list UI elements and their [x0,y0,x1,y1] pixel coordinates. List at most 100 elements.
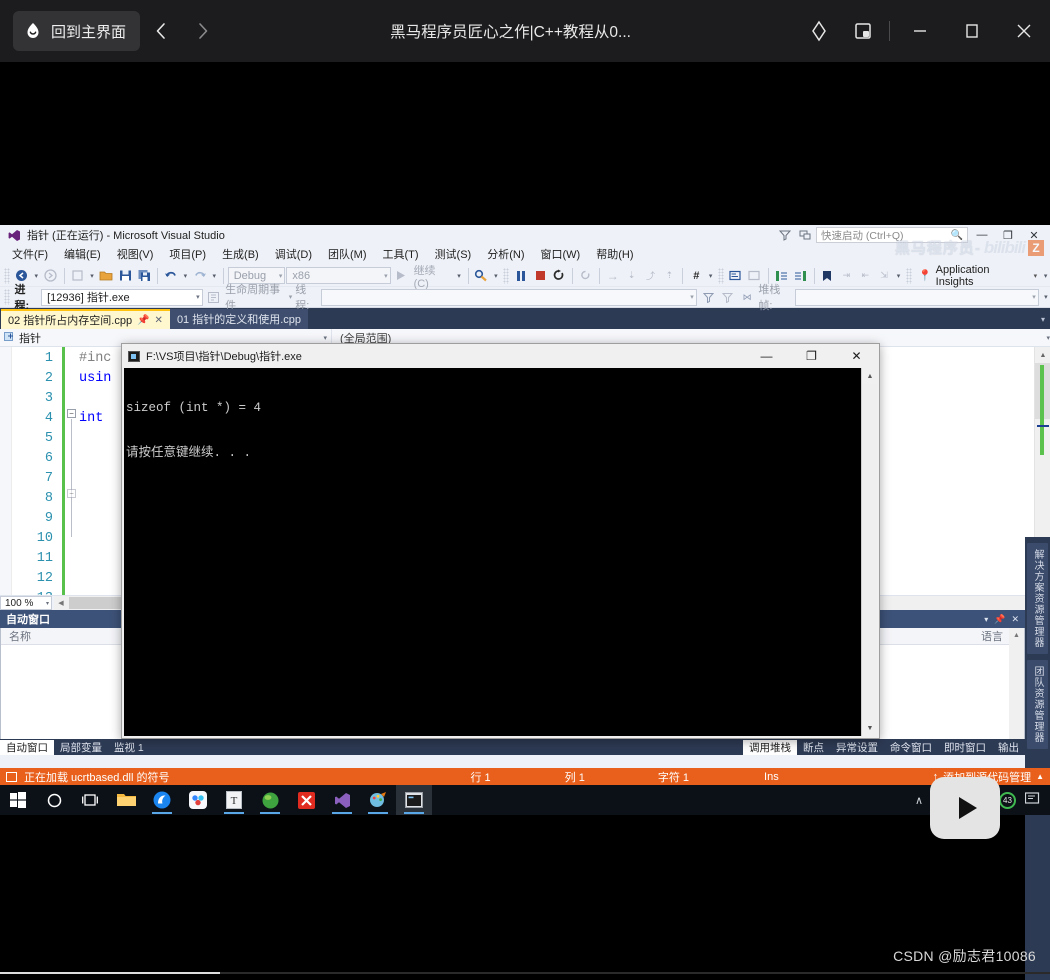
outdent-icon[interactable] [792,267,810,285]
paint-app-button[interactable] [360,785,396,815]
prev-bookmark-icon[interactable]: ⇤ [856,267,874,285]
typora-button[interactable]: T [216,785,252,815]
toolbar-grip[interactable] [718,267,725,284]
dock-tab-exception-settings[interactable]: 异常设置 [830,740,884,755]
pin-icon[interactable]: 📌 [137,315,149,326]
console-app-button[interactable] [396,785,432,815]
dock-tab-solution-explorer[interactable]: 解决方案资源管理器 [1027,543,1048,654]
menu-edit[interactable]: 编辑(E) [56,246,109,264]
task-view-button[interactable] [72,785,108,815]
stack-frame-combo[interactable]: ▾ [794,288,1039,306]
step-out-icon[interactable]: ⤴ [642,267,660,285]
menu-test[interactable]: 测试(S) [427,246,480,264]
scroll-up-icon[interactable]: ▲ [1009,628,1024,643]
battery-indicator[interactable]: 43 [999,791,1016,809]
menu-tools[interactable]: 工具(T) [375,246,427,264]
step-over-icon[interactable]: → [604,267,622,285]
menu-file[interactable]: 文件(F) [4,246,56,264]
flag-threads-icon[interactable]: ⋈ [739,288,756,306]
autos-vertical-scrollbar[interactable]: ▲ ▼ [1009,628,1024,754]
dock-tab-team-explorer[interactable]: 团队资源管理器 [1027,660,1048,749]
tab-02-pointer-memory[interactable]: 02 指针所占内存空间.cpp 📌 ✕ [1,309,170,329]
toolbar-grip[interactable] [503,267,510,284]
undo-icon[interactable] [162,267,180,285]
start-button[interactable] [0,785,36,815]
step-into-icon[interactable]: ⇣ [623,267,641,285]
new-project-icon[interactable] [69,267,87,285]
line-numbers-dropdown[interactable]: ▾ [706,267,715,285]
dock-tab-locals[interactable]: 局部变量 [54,740,108,755]
continue-dropdown[interactable]: ▾ [455,267,464,285]
bookmarks-dropdown[interactable]: ▾ [894,267,903,285]
filter-clear-icon[interactable] [719,288,736,306]
continue-label[interactable]: 继续(C) [411,262,454,290]
chevron-up-icon[interactable]: ▲ [1036,772,1044,781]
active-files-dropdown[interactable]: ▾ [1036,309,1050,329]
xmind-button[interactable] [288,785,324,815]
menu-analyze[interactable]: 分析(N) [479,246,532,264]
next-bookmark-icon[interactable]: ⇥ [837,267,855,285]
pin-icon[interactable]: 📌 [994,614,1005,625]
console-vertical-scrollbar[interactable]: ▲ ▼ [861,368,878,736]
menu-view[interactable]: 视图(V) [109,246,162,264]
attach-dropdown[interactable]: ▾ [491,267,500,285]
scroll-up-icon[interactable]: ▲ [862,368,878,384]
dock-tab-command-window[interactable]: 命令窗口 [884,740,938,755]
dock-tab-immediate-window[interactable]: 即时窗口 [938,740,992,755]
filter-icon[interactable] [700,288,717,306]
toolbar-grip[interactable] [905,267,912,284]
save-icon[interactable] [116,267,134,285]
pause-icon[interactable] [512,267,530,285]
restart-debug-icon[interactable] [577,267,595,285]
console-maximize-button[interactable]: ❐ [789,344,834,368]
save-all-icon[interactable] [135,267,153,285]
scroll-up-icon[interactable]: ▲ [1035,347,1050,363]
play-icon[interactable] [392,267,410,285]
navigate-forward-icon[interactable] [42,267,60,285]
undo-dropdown[interactable]: ▾ [181,267,190,285]
menu-window[interactable]: 窗口(W) [533,246,589,264]
scroll-left-icon[interactable]: ◀ [54,596,68,610]
close-button[interactable] [998,9,1050,53]
player-forward-button[interactable] [182,10,224,52]
outlining-margin[interactable]: − − [65,347,79,595]
pin-button[interactable] [797,9,841,53]
collapse-box[interactable]: − [67,409,76,418]
application-insights-button[interactable]: 📍 Application Insights ▾ [915,264,1040,288]
toolbar-grip[interactable] [4,289,10,305]
chevron-up-icon[interactable]: ∧ [915,794,923,807]
dock-tab-call-stack[interactable]: 调用堆栈 [743,740,797,755]
dock-tab-watch1[interactable]: 监视 1 [108,740,150,755]
toggle-line-numbers-icon[interactable]: # [687,267,705,285]
dock-tab-output[interactable]: 输出 [992,740,1025,755]
feedback-icon[interactable] [776,229,794,241]
menu-project[interactable]: 项目(P) [161,246,214,264]
baidu-netdisk-button[interactable] [180,785,216,815]
picture-in-picture-button[interactable] [841,9,885,53]
step-out-alt-icon[interactable]: ⇡ [660,267,678,285]
action-center-icon[interactable] [1024,791,1040,809]
console-minimize-button[interactable]: — [744,344,789,368]
file-explorer-button[interactable] [108,785,144,815]
bookmark-icon[interactable] [819,267,837,285]
open-file-icon[interactable] [97,267,115,285]
restart-icon[interactable] [550,267,568,285]
tab-01-pointer-define[interactable]: 01 指针的定义和使用.cpp [169,309,309,329]
comment-selection-icon[interactable] [727,267,745,285]
redo-icon[interactable] [191,267,209,285]
console-body[interactable]: sizeof (int *) = 4 请按任意键继续. . . ▲ ▼ [124,368,878,736]
maximize-button[interactable] [946,9,998,53]
stop-icon[interactable] [531,267,549,285]
clear-bookmarks-icon[interactable]: ⇲ [875,267,893,285]
qq-browser-button[interactable] [144,785,180,815]
console-window[interactable]: F:\VS项目\指针\Debug\指针.exe — ❐ ✕ sizeof (in… [121,343,880,739]
toolbar-overflow[interactable]: ▾ [1042,288,1050,306]
close-icon[interactable]: ✕ [1011,614,1019,625]
back-to-home-button[interactable]: 回到主界面 [13,11,141,51]
toolbar-overflow[interactable]: ▾ [1041,267,1050,285]
scroll-down-icon[interactable]: ▼ [862,720,878,736]
menu-debug[interactable]: 调试(D) [267,246,320,264]
lifecycle-events-icon[interactable] [206,288,223,306]
video-progress-bar[interactable] [0,972,1050,974]
cortana-search-button[interactable] [36,785,72,815]
